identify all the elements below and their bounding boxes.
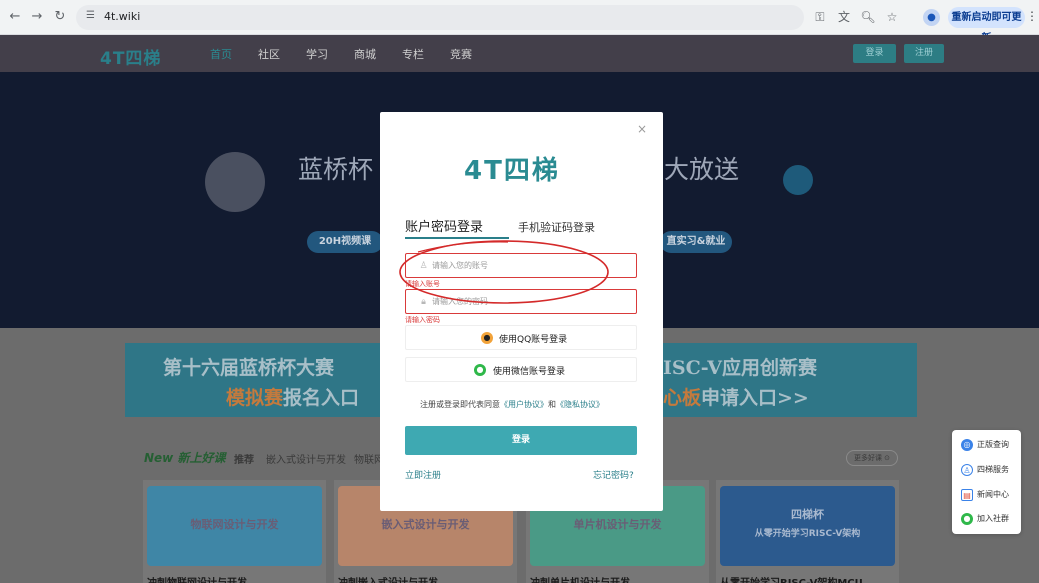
course-card-title[interactable]: 冲刺单片机设计与开发 bbox=[530, 574, 630, 583]
planet-decoration bbox=[205, 152, 265, 212]
floating-service-panel: ◎ 正版查询 ♙ 四梯服务 ▤ 新闻中心 ● 加入社群 bbox=[952, 430, 1021, 534]
account-error: 请输入账号 bbox=[405, 280, 440, 288]
course-card-image: 物联网设计与开发 bbox=[147, 486, 322, 566]
back-icon[interactable]: ← bbox=[7, 9, 23, 25]
address-bar[interactable] bbox=[76, 5, 804, 30]
user-agreement-link[interactable]: 《用户协议》 bbox=[500, 400, 548, 409]
profile-avatar-icon[interactable]: ● bbox=[923, 9, 940, 26]
tab-password-login[interactable]: 账户密码登录 bbox=[405, 216, 483, 235]
wechat-icon: ● bbox=[474, 364, 486, 376]
nav-column[interactable]: 专栏 bbox=[402, 46, 424, 62]
planet-decoration bbox=[783, 165, 813, 195]
float-item-service[interactable]: ♙ 四梯服务 bbox=[961, 461, 1019, 479]
banner-title-left: 蓝桥杯 bbox=[298, 155, 374, 184]
password-key-icon[interactable]: ⚿ bbox=[812, 9, 828, 25]
course-tab-recommend[interactable]: 推荐 bbox=[234, 451, 254, 466]
password-field[interactable]: 🔒︎ bbox=[405, 289, 637, 314]
account-field[interactable]: ♙ bbox=[405, 253, 637, 278]
nav-shop[interactable]: 商城 bbox=[354, 46, 376, 62]
banner-tag-video: 20H视频课 bbox=[307, 231, 383, 253]
nav-home[interactable]: 首页 bbox=[210, 46, 232, 62]
banner-tag-internship: 直实习&就业 bbox=[660, 231, 732, 253]
promo-left-line1: 第十六届蓝桥杯大赛 bbox=[163, 357, 335, 379]
course-card-title[interactable]: 冲刺物联网设计与开发 bbox=[147, 574, 247, 583]
modal-logo: 4T四梯 bbox=[464, 156, 560, 186]
more-courses-button[interactable]: 更多好课 ⊙ bbox=[846, 450, 898, 466]
course-card-title[interactable]: 从零开始学习RISC-V架构MCU bbox=[720, 574, 863, 583]
nav-learn[interactable]: 学习 bbox=[306, 46, 328, 62]
url-text[interactable]: 4t.wiki bbox=[104, 10, 140, 23]
new-courses-heading: New 新上好课 bbox=[144, 451, 226, 465]
course-card-title[interactable]: 冲刺嵌入式设计与开发 bbox=[338, 574, 438, 583]
wechat-login-button[interactable]: ● 使用微信账号登录 bbox=[405, 357, 637, 382]
header-register-button[interactable]: 注册 bbox=[904, 44, 944, 63]
float-item-community[interactable]: ● 加入社群 bbox=[961, 510, 1019, 528]
zoom-icon[interactable]: 🔍︎ bbox=[860, 9, 876, 25]
news-icon: ▤ bbox=[961, 488, 973, 501]
course-card-image: 四梯杯 从零开始学习RISC-V架构 bbox=[720, 486, 895, 566]
course-card[interactable]: 四梯杯 从零开始学习RISC-V架构 bbox=[716, 480, 899, 583]
login-submit-button[interactable]: 登录 bbox=[405, 426, 637, 455]
nav-community[interactable]: 社区 bbox=[258, 46, 280, 62]
bookmark-star-icon[interactable]: ☆ bbox=[884, 9, 900, 25]
forward-icon[interactable]: → bbox=[29, 9, 45, 25]
nav-contest[interactable]: 竞赛 bbox=[450, 46, 472, 62]
update-button[interactable]: 重新启动即可更新 bbox=[948, 7, 1025, 44]
password-error: 请输入密码 bbox=[405, 316, 440, 324]
account-input[interactable] bbox=[432, 257, 627, 274]
wechat-icon: ● bbox=[961, 512, 973, 525]
promo-right-line2: 心板申请入口>> bbox=[663, 387, 809, 409]
course-card[interactable]: 物联网设计与开发 bbox=[143, 480, 326, 583]
reload-icon[interactable]: ↻ bbox=[52, 9, 68, 25]
privacy-agreement-link[interactable]: 《隐私协议》 bbox=[556, 400, 604, 409]
promo-right-line1: ISC-V应用创新赛 bbox=[663, 357, 817, 379]
translate-icon[interactable]: 文 bbox=[836, 9, 852, 25]
register-link[interactable]: 立即注册 bbox=[405, 468, 441, 481]
user-icon: ♙ bbox=[419, 261, 428, 271]
qq-login-button[interactable]: ● 使用QQ账号登录 bbox=[405, 325, 637, 350]
header-login-button[interactable]: 登录 bbox=[853, 44, 896, 63]
forgot-password-link[interactable]: 忘记密码? bbox=[593, 468, 634, 481]
site-info-icon[interactable]: ☰ bbox=[86, 10, 95, 21]
course-tab-embedded[interactable]: 嵌入式设计与开发 bbox=[266, 451, 346, 466]
menu-kebab-icon[interactable]: ⋮ bbox=[1026, 9, 1038, 23]
browser-toolbar: ← → ↻ ☰ 4t.wiki ⚿ 文 🔍︎ ☆ ● 重新启动即可更新 ⋮ bbox=[0, 0, 1039, 44]
shield-check-icon: ◎ bbox=[961, 438, 973, 451]
banner-title-right: 大放送 bbox=[664, 155, 740, 184]
lock-icon: 🔒︎ bbox=[421, 297, 426, 307]
float-item-authentic-check[interactable]: ◎ 正版查询 bbox=[961, 436, 1019, 454]
float-item-news[interactable]: ▤ 新闻中心 bbox=[961, 486, 1019, 504]
agreement-text: 注册或登录即代表同意《用户协议》和《隐私协议》 bbox=[420, 400, 604, 409]
user-service-icon: ♙ bbox=[961, 463, 973, 476]
password-input[interactable] bbox=[432, 293, 627, 310]
tab-sms-login[interactable]: 手机验证码登录 bbox=[518, 219, 595, 235]
promo-left-line2: 模拟赛报名入口 bbox=[226, 387, 360, 409]
login-modal: × 4T四梯 账户密码登录 手机验证码登录 ♙ 请输入账号 🔒︎ 请输入密码 ●… bbox=[380, 112, 663, 511]
close-icon[interactable]: × bbox=[637, 122, 647, 136]
active-tab-indicator bbox=[405, 237, 509, 239]
qq-icon: ● bbox=[481, 332, 493, 344]
site-logo[interactable]: 4T四梯 bbox=[100, 44, 161, 69]
